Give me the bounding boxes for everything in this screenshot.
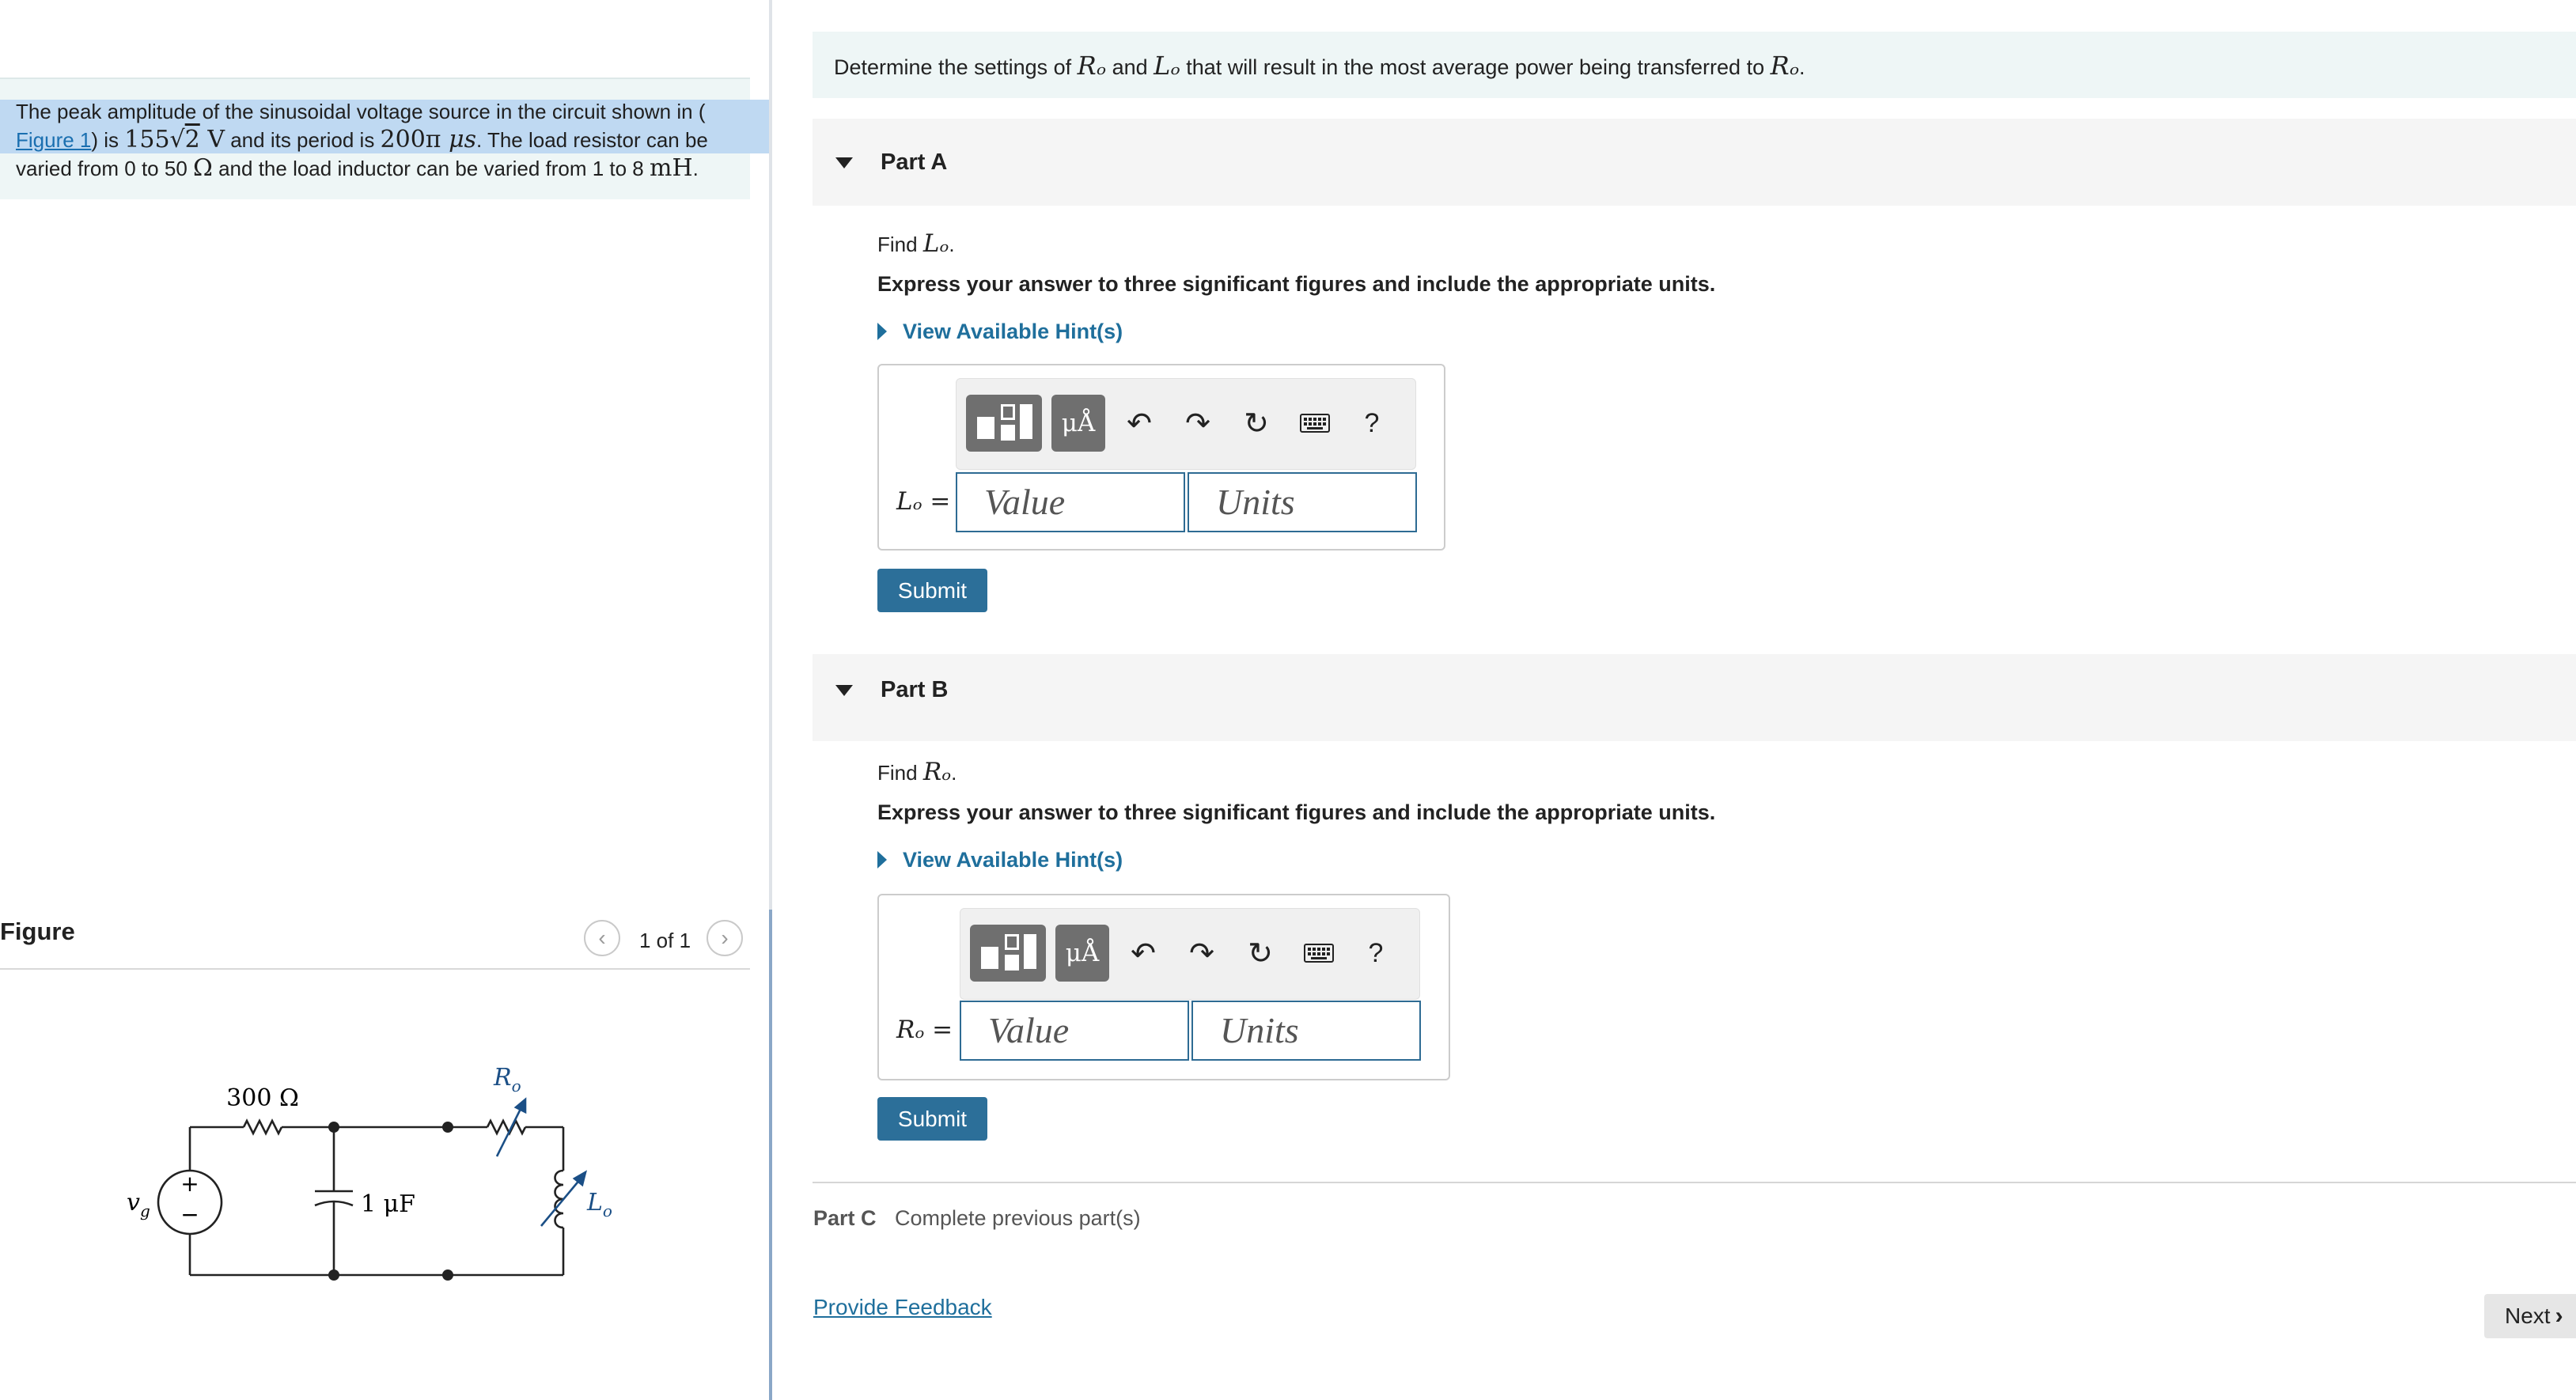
intro-text-3: and its period is: [230, 128, 381, 152]
inductor-symbol: [554, 1169, 564, 1229]
load-inductor-label: Lo: [586, 1189, 612, 1220]
mh-unit: mH: [650, 154, 693, 182]
part-b-hint-toggle[interactable]: View Available Hint(s): [877, 848, 1123, 872]
intro-text-5: and the load inductor can be varied from…: [212, 157, 650, 180]
figure-counter: 1 of 1: [639, 929, 691, 952]
part-b-instructions: Express your answer to three significant…: [877, 800, 1716, 824]
pane-divider[interactable]: [769, 0, 772, 1400]
chevron-right-icon: ›: [721, 925, 729, 950]
next-button[interactable]: Next ›: [2484, 1294, 2576, 1338]
reset-icon[interactable]: ↻: [1237, 395, 1276, 452]
problem-statement: The peak amplitude of the sinusoidal vol…: [16, 100, 708, 182]
figure-prev-button[interactable]: ‹: [584, 920, 620, 956]
part-b-answer-label: Rₒ =: [896, 1016, 953, 1044]
caret-right-icon: [877, 851, 887, 868]
period-value: 200π μs: [380, 126, 476, 153]
part-a-label: Part A: [881, 149, 948, 175]
intro-text-2: ) is: [91, 128, 125, 152]
prompt-text: Determine the settings of Rₒ and Lₒ that…: [834, 51, 1805, 81]
part-a-units-input[interactable]: Units: [1188, 472, 1417, 532]
part-a-math-toolbar: μÅ ↶ ↷ ↻ ?: [956, 378, 1416, 470]
part-b-header[interactable]: [813, 654, 2576, 741]
undo-icon[interactable]: ↶: [1123, 925, 1163, 982]
templates-button[interactable]: [966, 395, 1042, 452]
source-label: vg: [127, 1189, 150, 1220]
part-b-value-input[interactable]: Value: [960, 1001, 1189, 1061]
part-b-label: Part B: [881, 677, 949, 702]
source-plus: +: [180, 1171, 199, 1197]
help-button[interactable]: ?: [1352, 395, 1392, 452]
source-minus: −: [180, 1201, 199, 1228]
templates-button[interactable]: [970, 925, 1046, 982]
part-b-math-toolbar: μÅ ↶ ↷ ↻ ?: [960, 908, 1420, 1000]
part-a-instructions: Express your answer to three significant…: [877, 272, 1716, 296]
keyboard-icon[interactable]: [1299, 925, 1339, 982]
capacitor-label: 1 μF: [361, 1190, 415, 1218]
units-button[interactable]: μÅ: [1051, 395, 1105, 452]
help-button[interactable]: ?: [1356, 925, 1396, 982]
undo-icon[interactable]: ↶: [1119, 395, 1159, 452]
chevron-left-icon: ‹: [598, 925, 606, 950]
caret-down-icon[interactable]: [835, 685, 853, 696]
caret-down-icon[interactable]: [835, 157, 853, 168]
part-c-status: Complete previous part(s): [895, 1206, 1141, 1230]
ohm-unit: Ω: [193, 154, 213, 182]
keyboard-icon[interactable]: [1295, 395, 1335, 452]
part-a-header[interactable]: [813, 119, 2576, 206]
part-a-submit-button[interactable]: Submit: [877, 569, 987, 612]
reset-icon[interactable]: ↻: [1241, 925, 1280, 982]
figure-next-button[interactable]: ›: [707, 920, 743, 956]
figure-link[interactable]: Figure 1: [16, 128, 91, 152]
part-a-hint-toggle[interactable]: View Available Hint(s): [877, 320, 1123, 344]
figure-header: [0, 910, 750, 970]
part-b-submit-button[interactable]: Submit: [877, 1097, 987, 1141]
part-b-units-input[interactable]: Units: [1191, 1001, 1421, 1061]
caret-right-icon: [877, 323, 887, 340]
part-a-answer-label: Lₒ =: [896, 487, 951, 516]
part-b-question: Find Rₒ.: [877, 758, 957, 786]
part-a-question: Find Lₒ.: [877, 229, 955, 258]
load-resistor-label: Ro: [493, 1064, 521, 1095]
amplitude-value: 155√2 V: [124, 126, 225, 153]
part-c-divider: [813, 1182, 2576, 1183]
part-a-value-input[interactable]: Value: [956, 472, 1185, 532]
redo-icon[interactable]: ↷: [1178, 395, 1218, 452]
chevron-right-icon: ›: [2555, 1303, 2563, 1329]
load-resistor-symbol: [486, 1118, 527, 1136]
redo-icon[interactable]: ↷: [1182, 925, 1222, 982]
next-label: Next: [2505, 1304, 2551, 1328]
part-c-label: Part C: [813, 1206, 877, 1230]
resistor-300-ohm-symbol: [242, 1118, 283, 1136]
circuit-diagram: + − 300 Ω 1 μF vg Ro Lo: [127, 1064, 612, 1281]
provide-feedback-link[interactable]: Provide Feedback: [813, 1295, 992, 1320]
problem-pane: The peak amplitude of the sinusoidal vol…: [0, 0, 771, 1400]
intro-text-1: The peak amplitude of the sinusoidal vol…: [16, 100, 706, 123]
resistor-label: 300 Ω: [226, 1084, 299, 1112]
units-button[interactable]: μÅ: [1055, 925, 1109, 982]
figure-title: Figure: [0, 918, 75, 945]
